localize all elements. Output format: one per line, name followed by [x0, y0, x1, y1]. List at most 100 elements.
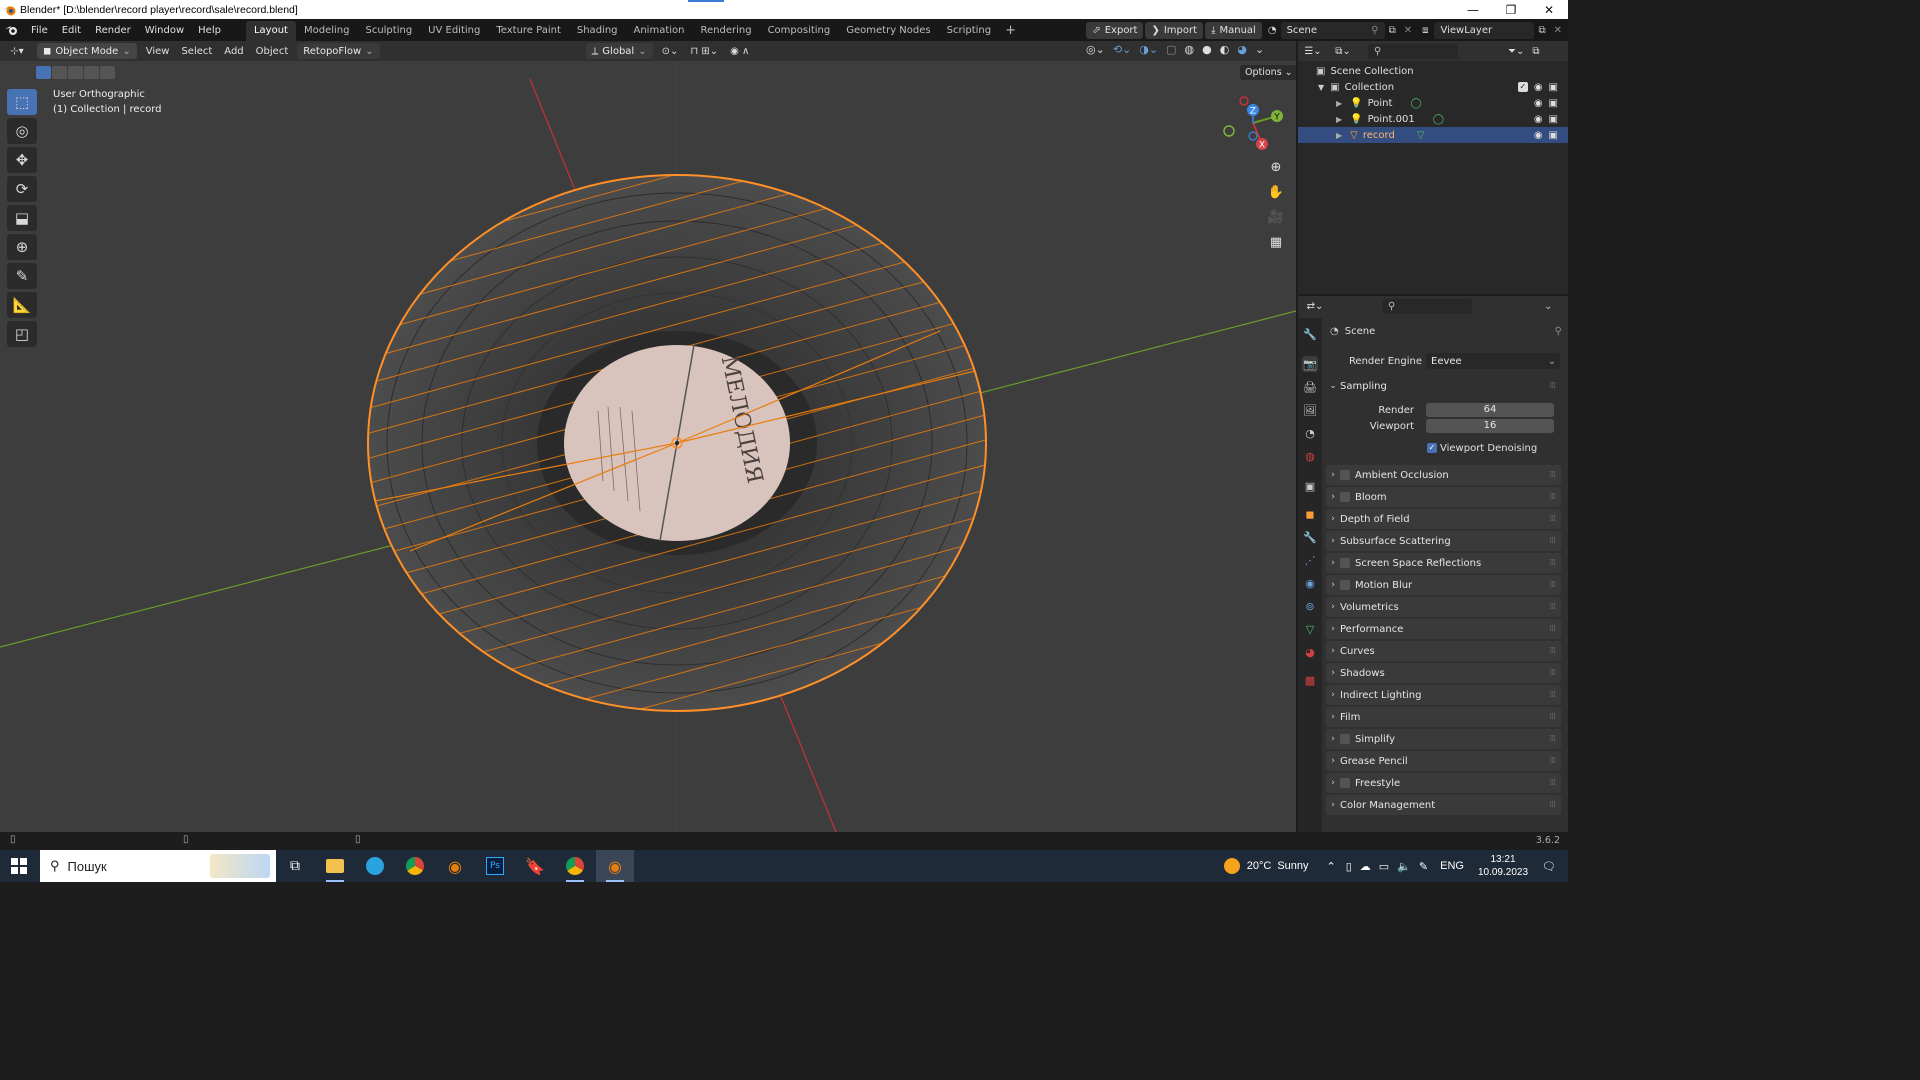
view-layer-selector[interactable]: ViewLayer [1434, 21, 1535, 39]
panel-checkbox[interactable] [1340, 778, 1350, 788]
scene-type-icon[interactable]: ◔ [1264, 25, 1281, 36]
eye-icon[interactable]: ◉ [1534, 130, 1543, 141]
close-icon[interactable]: ✕ [1530, 0, 1568, 19]
render-samples-field[interactable]: 64 [1426, 403, 1554, 417]
panel-film[interactable]: › Film ⁞⁞⁞ [1326, 707, 1561, 727]
shading-options-icon[interactable]: ⌄ [1255, 43, 1264, 56]
panel-depth-of-field[interactable]: › Depth of Field ⁞⁞⁞ [1326, 509, 1561, 529]
drag-handle-icon[interactable]: ⁞⁞⁞ [1549, 514, 1556, 524]
rendered-shading-icon[interactable]: ◕ [1237, 43, 1247, 56]
menu-help[interactable]: Help [191, 25, 228, 36]
panel-checkbox[interactable] [1340, 492, 1350, 502]
panel-motion-blur[interactable]: › Motion Blur ⁞⁞⁞ [1326, 575, 1561, 595]
panel-color-management[interactable]: › Color Management ⁞⁞⁞ [1326, 795, 1561, 815]
rotate-tool-icon[interactable]: ⟳ [7, 176, 37, 202]
new-view-layer-icon[interactable]: ⧉ [1534, 25, 1549, 36]
move-tool-icon[interactable]: ✥ [7, 147, 37, 173]
drag-handle-icon[interactable]: ⁞⁞⁞ [1549, 536, 1556, 546]
drag-handle-icon[interactable]: ⁞⁞⁞ [1549, 492, 1556, 502]
material-shading-icon[interactable]: ◐ [1220, 43, 1230, 56]
bookmark-app-icon[interactable]: 🔖 [516, 850, 554, 882]
denoising-checkbox[interactable]: ✓ [1427, 443, 1437, 453]
modifier-tab-icon[interactable]: 🔧 [1302, 529, 1318, 545]
wireframe-shading-icon[interactable]: ◍ [1185, 43, 1195, 56]
photoshop-icon[interactable]: Ps [476, 850, 514, 882]
panel-indirect-lighting[interactable]: › Indirect Lighting ⁞⁞⁞ [1326, 685, 1561, 705]
gizmo-neg-z-icon[interactable] [1248, 131, 1258, 141]
properties-search-input[interactable]: ⚲ [1382, 298, 1472, 314]
world-tab-icon[interactable]: ◍ [1302, 448, 1318, 464]
tab-geometry-nodes[interactable]: Geometry Nodes [838, 21, 938, 41]
panel-checkbox[interactable] [1340, 470, 1350, 480]
panel-curves[interactable]: › Curves ⁞⁞⁞ [1326, 641, 1561, 661]
camera-view-icon[interactable]: 🎥 [1266, 207, 1286, 227]
weather-text[interactable]: Sunny [1277, 860, 1308, 872]
drag-handle-icon[interactable]: ⁞⁞⁞ [1549, 558, 1556, 568]
manual-button[interactable]: ⤓ Manual [1205, 21, 1262, 39]
options-dropdown[interactable]: Options ⌄ [1240, 65, 1296, 80]
menu-edit[interactable]: Edit [55, 25, 88, 36]
constraints-tab-icon[interactable]: ⊚ [1302, 598, 1318, 614]
drag-handle-icon[interactable]: ⁞⁞⁞ [1549, 800, 1556, 810]
outliner-item-point-001[interactable]: ▶ 💡 Point.001 ◯ ◉ ▣ [1298, 111, 1568, 127]
panel-subsurface-scattering[interactable]: › Subsurface Scattering ⁞⁞⁞ [1326, 531, 1561, 551]
add-workspace-button[interactable]: + [999, 23, 1022, 38]
zoom-icon[interactable]: ⊕ [1266, 157, 1286, 177]
drag-handle-icon[interactable]: ⁞⁞⁞ [1549, 778, 1556, 788]
network-icon[interactable]: ▭ [1379, 860, 1389, 873]
drag-handle-icon[interactable]: ⁞⁞⁞ [1549, 646, 1556, 656]
outliner-scene-collection[interactable]: ▣ Scene Collection [1298, 63, 1568, 79]
render-engine-select[interactable]: Eevee ⌄ [1426, 353, 1560, 369]
windows-start-icon[interactable] [0, 850, 38, 882]
cloud-icon[interactable]: ☁ [1360, 860, 1371, 873]
editor-type-icon[interactable]: ⇄⌄ [1298, 301, 1332, 312]
tab-uv-editing[interactable]: UV Editing [420, 21, 488, 41]
viewport-samples-field[interactable]: 16 [1426, 419, 1554, 433]
restore-icon[interactable]: ❐ [1492, 0, 1530, 19]
particles-tab-icon[interactable]: ⋰ [1302, 552, 1318, 568]
view-layer-icon[interactable]: ⧈ [1416, 25, 1434, 36]
outliner-search-input[interactable]: ⚲ [1368, 43, 1458, 59]
menu-render[interactable]: Render [88, 25, 138, 36]
language-indicator[interactable]: ENG [1440, 860, 1464, 872]
pin-icon[interactable]: ⚲ [1555, 326, 1562, 337]
expand-arrow-icon[interactable]: ▶ [1336, 131, 1342, 140]
transform-tool-icon[interactable]: ⊕ [7, 234, 37, 260]
display-mode-icon[interactable]: ⧉⌄ [1328, 46, 1358, 57]
taskbar-search-input[interactable]: ⚲ Пошук [40, 850, 276, 882]
menu-select[interactable]: Select [175, 46, 218, 57]
delete-scene-icon[interactable]: ✕ [1400, 25, 1416, 36]
overlay-icon[interactable]: ◑⌄ [1139, 43, 1158, 56]
annotate-tool-icon[interactable]: ✎ [7, 263, 37, 289]
chrome-open-icon[interactable] [556, 850, 594, 882]
panel-sampling[interactable]: ⌄ Sampling ⁞⁞⁞ [1326, 376, 1561, 396]
eye-icon[interactable]: ◉ [1534, 114, 1543, 125]
tab-compositing[interactable]: Compositing [760, 21, 839, 41]
tab-animation[interactable]: Animation [626, 21, 693, 41]
panel-ambient-occlusion[interactable]: › Ambient Occlusion ⁞⁞⁞ [1326, 465, 1561, 485]
camera-icon[interactable]: ▣ [1549, 82, 1558, 93]
texture-tab-icon[interactable]: ▩ [1302, 672, 1318, 688]
xray-icon[interactable]: ▢ [1166, 43, 1176, 56]
tab-layout[interactable]: Layout [245, 21, 296, 41]
task-view-icon[interactable]: ⧉ [276, 850, 314, 882]
clock[interactable]: 13:21 10.09.2023 [1478, 853, 1528, 879]
add-cube-tool-icon[interactable]: ◰ [7, 321, 37, 347]
select-intersect-icon[interactable] [100, 66, 115, 79]
output-tab-icon[interactable]: 🖨 [1302, 379, 1318, 395]
drag-handle-icon[interactable]: ⁞⁞⁞ [1549, 668, 1556, 678]
minimize-icon[interactable]: — [1454, 0, 1492, 19]
weather-sun-icon[interactable] [1223, 858, 1240, 874]
menu-view[interactable]: View [140, 46, 176, 57]
panel-shadows[interactable]: › Shadows ⁞⁞⁞ [1326, 663, 1561, 683]
retopoflow-menu[interactable]: RetopoFlow ⌄ [297, 43, 380, 59]
tab-scripting[interactable]: Scripting [939, 21, 999, 41]
mode-selector[interactable]: ◼ Object Mode ⌄ [37, 43, 137, 59]
proportional-edit-icon[interactable]: ◉ ∧ [724, 46, 755, 57]
drag-handle-icon[interactable]: ⁞⁞⁞ [1549, 690, 1556, 700]
pen-icon[interactable]: ✎ [1419, 860, 1428, 873]
outliner-collection[interactable]: ▼ ▣ Collection ✓ ◉ ▣ [1298, 79, 1568, 95]
chevron-down-icon[interactable]: ⌄ [1544, 301, 1552, 312]
render-tab-icon[interactable]: 📷 [1302, 356, 1318, 372]
3d-viewport[interactable]: МЕЛОДИЯ X Y Z User Orthographic (1) Coll… [0, 61, 1296, 832]
